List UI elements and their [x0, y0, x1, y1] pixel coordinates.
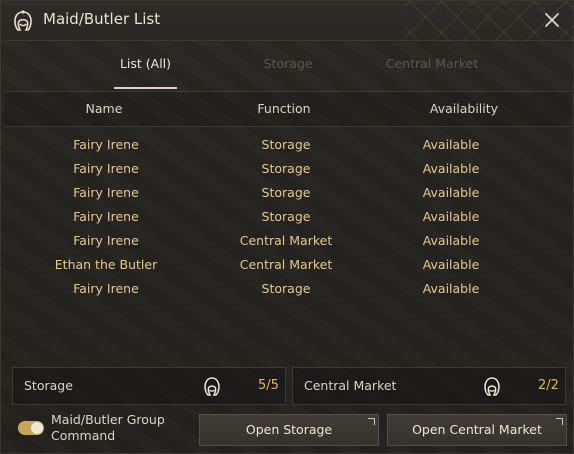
external-corner-icon: [556, 418, 563, 425]
active-tab-underline: [114, 87, 177, 89]
open-storage-button[interactable]: Open Storage: [199, 414, 379, 446]
list-header: Name Function Availability: [4, 91, 570, 127]
storage-summary: Storage 5/5: [12, 367, 286, 405]
tab-central-market[interactable]: Central Market: [381, 51, 483, 89]
open-market-label: Open Central Market: [412, 422, 542, 437]
tab-label: List (All): [119, 56, 172, 71]
window-title: Maid/Butler List: [43, 10, 161, 28]
tab-bar: List (All) Storage Central Market: [1, 51, 573, 91]
list-row[interactable]: Fairy Irene Storage Available: [4, 205, 570, 229]
maid-butler-list-window: Maid/Butler List List (All) Storage Cent…: [0, 0, 574, 454]
row-availability: Available: [422, 185, 480, 200]
row-function: Storage: [261, 209, 311, 224]
row-function: Central Market: [239, 257, 333, 272]
row-function: Central Market: [239, 233, 333, 248]
maid-list: Fairy Irene Storage Available Fairy Iren…: [4, 133, 570, 353]
column-header-function: Function: [257, 101, 311, 116]
list-row[interactable]: Fairy Irene Storage Available: [4, 277, 570, 301]
row-name: Fairy Irene: [73, 209, 139, 224]
tab-list-all[interactable]: List (All): [114, 51, 177, 89]
row-availability: Available: [422, 281, 480, 296]
row-name: Fairy Irene: [73, 137, 139, 152]
row-availability: Available: [422, 161, 480, 176]
row-availability: Available: [422, 209, 480, 224]
group-command-label: Maid/Butler Group Command: [51, 412, 165, 443]
market-summary: Central Market 2/2: [292, 367, 566, 405]
maid-icon: [204, 377, 220, 396]
list-row[interactable]: Fairy Irene Storage Available: [4, 157, 570, 181]
list-row[interactable]: Fairy Irene Storage Available: [4, 181, 570, 205]
market-summary-label: Central Market: [304, 378, 397, 393]
tab-storage[interactable]: Storage: [251, 51, 325, 89]
column-header-name: Name: [85, 101, 123, 116]
row-function: Storage: [261, 281, 311, 296]
row-name: Fairy Irene: [73, 233, 139, 248]
maid-icon: [484, 377, 500, 396]
storage-count: 5/5: [258, 378, 279, 393]
open-central-market-button[interactable]: Open Central Market: [387, 414, 567, 446]
row-availability: Available: [422, 233, 480, 248]
maid-icon: [14, 10, 32, 31]
row-name: Fairy Irene: [73, 161, 139, 176]
tab-label: Storage: [263, 56, 313, 71]
list-row[interactable]: Ethan the Butler Central Market Availabl…: [4, 253, 570, 277]
row-function: Storage: [261, 137, 311, 152]
list-row[interactable]: Fairy Irene Storage Available: [4, 133, 570, 157]
list-row[interactable]: Fairy Irene Central Market Available: [4, 229, 570, 253]
storage-summary-label: Storage: [24, 378, 73, 393]
market-count: 2/2: [538, 378, 559, 393]
title-bar[interactable]: Maid/Butler List: [1, 1, 573, 41]
row-availability: Available: [422, 257, 480, 272]
external-corner-icon: [368, 418, 375, 425]
toggle-knob: [31, 422, 43, 434]
column-header-availability: Availability: [429, 101, 499, 116]
row-name: Fairy Irene: [73, 281, 139, 296]
open-storage-label: Open Storage: [245, 422, 333, 437]
row-name: Fairy Irene: [73, 185, 139, 200]
group-command-toggle[interactable]: [18, 421, 44, 435]
row-availability: Available: [422, 137, 480, 152]
row-function: Storage: [261, 161, 311, 176]
row-name: Ethan the Butler: [54, 257, 158, 272]
row-function: Storage: [261, 185, 311, 200]
close-icon[interactable]: [541, 9, 563, 31]
tab-label: Central Market: [385, 56, 479, 71]
